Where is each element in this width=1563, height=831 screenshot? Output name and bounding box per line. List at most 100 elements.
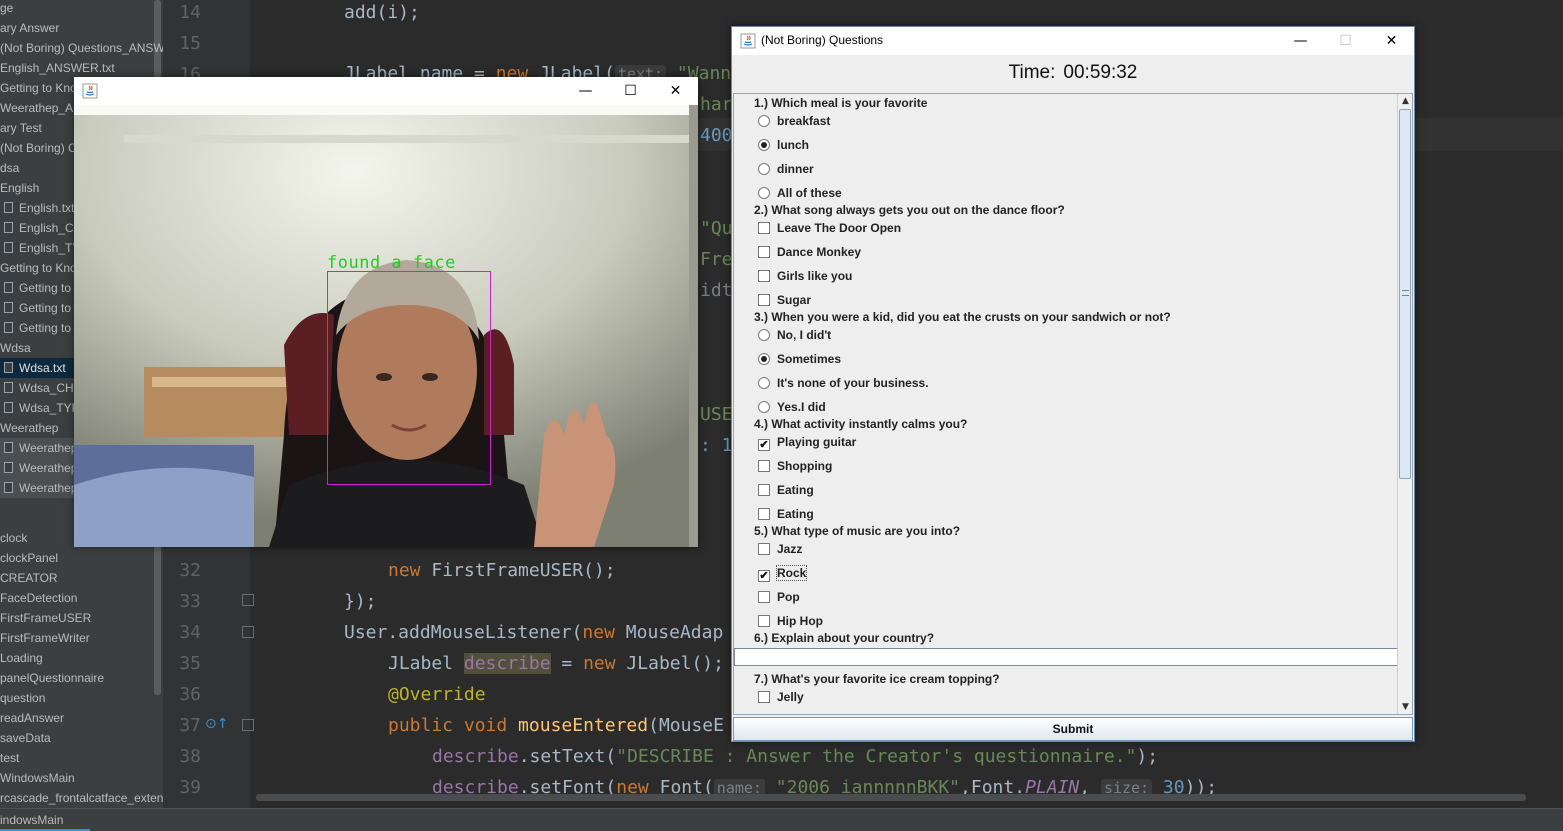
option-label: Hip Hop (777, 614, 823, 628)
answer-text-field[interactable] (734, 648, 1399, 666)
tool-tab-windowsmain[interactable]: indowsMain (0, 809, 69, 831)
scroll-up-arrow[interactable]: ▲ (1399, 94, 1412, 108)
option-label: Sugar (777, 293, 812, 307)
checkbox-checked-icon[interactable]: ✔ (758, 439, 770, 451)
checkbox-option[interactable]: Dance Monkey (758, 242, 861, 262)
checkbox-option[interactable]: Eating (758, 504, 814, 524)
close-button[interactable]: ✕ (653, 77, 698, 105)
radio-option[interactable]: breakfast (758, 111, 830, 131)
class-tree-item[interactable]: Loading (0, 648, 163, 668)
option-label: Eating (777, 483, 814, 497)
tree-item-label: Getting to Kno (0, 261, 77, 275)
radio-option[interactable]: No, I did't (758, 325, 831, 345)
class-tree-item[interactable]: CREATOR (0, 568, 163, 588)
radio-icon[interactable] (758, 329, 770, 341)
radio-icon[interactable] (758, 115, 770, 127)
radio-icon[interactable] (758, 377, 770, 389)
checkbox-option[interactable]: Girls like you (758, 266, 852, 286)
questions-window[interactable]: (Not Boring) Questions — ☐ ✕ Time: 00:59:… (731, 26, 1415, 742)
checkbox-option[interactable]: Eating (758, 480, 814, 500)
minimize-button[interactable]: — (1278, 27, 1323, 55)
class-tree-item[interactable]: rcascade_frontalcatface_extend (0, 788, 163, 808)
fold-marker[interactable] (242, 626, 254, 638)
window-title-bar[interactable]: — ☐ ✕ (74, 77, 698, 105)
checkbox-option[interactable]: ✔ Rock (758, 563, 808, 583)
fold-marker[interactable] (242, 594, 254, 606)
class-tree-item[interactable]: FirstFrameWriter (0, 628, 163, 648)
radio-option[interactable]: lunch (758, 135, 809, 155)
tree-item-label: ge (0, 1, 14, 15)
class-tree-item[interactable]: clockPanel (0, 548, 163, 568)
override-method-icon[interactable]: ⊙↑ (205, 716, 228, 732)
checkbox-option[interactable]: Shopping (758, 456, 832, 476)
radio-option[interactable]: It's none of your business. (758, 373, 929, 393)
class-tree-item[interactable]: question (0, 688, 163, 708)
tree-item-label: saveData (0, 731, 51, 745)
class-tree-item[interactable]: WindowsMain (0, 768, 163, 788)
checkbox-option[interactable]: Jazz (758, 539, 802, 559)
checkbox-option[interactable]: Pop (758, 587, 800, 607)
submit-button[interactable]: Submit (733, 717, 1413, 741)
checkbox-icon[interactable] (758, 543, 770, 555)
fold-marker[interactable] (242, 719, 254, 731)
checkbox-icon[interactable] (758, 460, 770, 472)
checkbox-option[interactable]: Hip Hop (758, 611, 823, 631)
editor-horizontal-scrollbar[interactable] (256, 794, 1526, 801)
scroll-down-arrow[interactable]: ▼ (1399, 700, 1412, 714)
radio-selected-icon[interactable] (758, 353, 770, 365)
class-tree-item[interactable]: FaceDetection (0, 588, 163, 608)
option-label: Jazz (777, 542, 803, 556)
radio-option[interactable]: Sometimes (758, 349, 841, 369)
option-label: Leave The Door Open (777, 221, 902, 235)
face-detection-window[interactable]: — ☐ ✕ found a face (74, 77, 698, 547)
radio-icon[interactable] (758, 187, 770, 199)
checkbox-icon[interactable] (758, 484, 770, 496)
close-button[interactable]: ✕ (1369, 27, 1414, 55)
class-tree-item[interactable]: test (0, 748, 163, 768)
radio-selected-icon[interactable] (758, 139, 770, 151)
minimize-button[interactable]: — (563, 77, 608, 105)
questions-scroll-pane[interactable]: 1.) Which meal is your favorite breakfast… (733, 93, 1413, 715)
radio-icon[interactable] (758, 401, 770, 413)
class-tree-item[interactable]: saveData (0, 728, 163, 748)
class-tree-item[interactable]: readAnswer (0, 708, 163, 728)
checkbox-icon[interactable] (758, 270, 770, 282)
option-label: Rock (775, 565, 808, 581)
text-file-icon (4, 382, 13, 393)
text-file-icon (4, 322, 13, 333)
line-number: 38 (179, 746, 201, 767)
question-title: 5.) What type of music are you into? (754, 524, 961, 538)
radio-icon[interactable] (758, 163, 770, 175)
checkbox-icon[interactable] (758, 222, 770, 234)
class-tree-item[interactable]: panelQuestionnaire (0, 668, 163, 688)
tree-item-label: (Not Boring) Questions_ANSWE (0, 41, 163, 55)
checkbox-option[interactable]: Leave The Door Open (758, 218, 901, 238)
project-tree-item[interactable]: ge (0, 0, 163, 18)
checkbox-icon[interactable] (758, 691, 770, 703)
checkbox-icon[interactable] (758, 246, 770, 258)
class-tree-item[interactable]: FirstFrameUSER (0, 608, 163, 628)
checkbox-checked-icon[interactable]: ✔ (758, 570, 770, 582)
radio-option[interactable]: Yes.I did (758, 397, 826, 417)
radio-option[interactable]: dinner (758, 159, 814, 179)
checkbox-option[interactable]: ✔ Playing guitar (758, 432, 856, 452)
vertical-scrollbar[interactable]: ▲ ▼ (1397, 94, 1412, 714)
maximize-button[interactable]: ☐ (608, 77, 653, 105)
text-file-icon (4, 242, 13, 253)
checkbox-icon[interactable] (758, 508, 770, 520)
tree-item-label: ary Test (0, 121, 42, 135)
tree-item-label: Weerathep (19, 441, 78, 455)
radio-option[interactable]: All of these (758, 183, 842, 203)
line-number: 36 (179, 684, 201, 705)
checkbox-option[interactable]: Sugar (758, 290, 811, 310)
project-tree-item[interactable]: (Not Boring) Questions_ANSWE (0, 38, 163, 58)
scroll-thumb[interactable] (1399, 109, 1411, 479)
checkbox-option[interactable]: Jelly (758, 687, 804, 707)
project-tree-item[interactable]: ary Answer (0, 18, 163, 38)
window-title-bar[interactable]: (Not Boring) Questions — ☐ ✕ (732, 27, 1414, 55)
checkbox-icon[interactable] (758, 591, 770, 603)
project-tree-item[interactable]: English_ANSWER.txt (0, 58, 163, 78)
tree-item-label: ary Answer (0, 21, 60, 35)
checkbox-icon[interactable] (758, 294, 770, 306)
checkbox-icon[interactable] (758, 615, 770, 627)
